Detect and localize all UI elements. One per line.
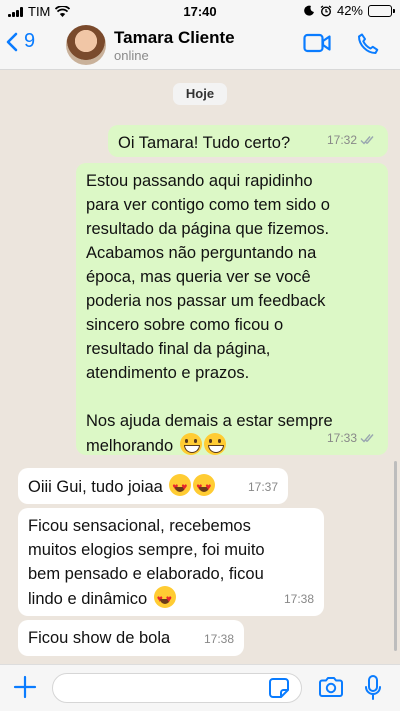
message-meta: 17:32 — [327, 128, 378, 152]
battery-icon — [368, 4, 395, 17]
avatar[interactable] — [66, 25, 106, 65]
message-text: Oiii Gui, tudo joiaa — [28, 474, 278, 500]
grinning-face-icon — [203, 433, 226, 455]
message-time: 17:38 — [283, 592, 314, 606]
chat-header: 9 Tamara Cliente online — [0, 22, 400, 70]
contact-status: online — [114, 48, 149, 63]
composer-bar — [0, 664, 400, 711]
chevron-left-icon — [6, 32, 18, 51]
message-bubble-outgoing[interactable]: Oi Tamara! Tudo certo? 17:32 — [108, 125, 388, 157]
message-text: Estou passando aqui rapidinho para ver c… — [86, 169, 378, 458]
message-time: 17:32 — [326, 133, 357, 147]
message-text-body: Ficou sensacional, recebemos muitos elog… — [28, 517, 265, 608]
status-right: 42% — [304, 3, 395, 18]
double-check-icon — [360, 434, 374, 443]
scrollbar[interactable] — [394, 461, 397, 651]
microphone-icon[interactable] — [364, 674, 382, 702]
plus-icon[interactable] — [13, 675, 37, 699]
message-meta: 17:33 — [327, 426, 378, 450]
heart-eyes-face-icon — [169, 474, 192, 500]
message-text: Ficou sensacional, recebemos muitos elog… — [28, 514, 314, 612]
message-list[interactable]: Hoje Oi Tamara! Tudo certo? 17:32 Estou … — [0, 71, 400, 664]
camera-icon[interactable] — [318, 676, 344, 698]
heart-eyes-face-icon — [153, 586, 176, 612]
status-bar: TIM 17:40 42% — [0, 0, 400, 22]
message-bubble-incoming[interactable]: Ficou sensacional, recebemos muitos elog… — [18, 508, 324, 616]
message-time: 17:38 — [203, 632, 234, 646]
message-meta: 17:37 — [248, 475, 278, 499]
message-meta: 17:38 — [204, 627, 234, 651]
message-time: 17:37 — [247, 480, 278, 494]
video-call-icon[interactable] — [303, 32, 331, 54]
date-separator: Hoje — [173, 83, 227, 105]
unread-count: 9 — [24, 30, 36, 52]
grinning-face-icon — [179, 433, 202, 455]
double-check-icon — [360, 136, 374, 145]
message-bubble-incoming[interactable]: Ficou show de bola 17:38 — [18, 620, 244, 656]
message-bubble-incoming[interactable]: Oiii Gui, tudo joiaa 17:37 — [18, 468, 288, 504]
do-not-disturb-icon — [304, 5, 314, 16]
message-meta: 17:38 — [284, 587, 314, 611]
message-bubble-outgoing[interactable]: Estou passando aqui rapidinho para ver c… — [76, 163, 388, 455]
phone-call-icon[interactable] — [356, 32, 380, 56]
alarm-icon — [320, 4, 332, 17]
message-text-body: Oiii Gui, tudo joiaa — [28, 478, 163, 496]
message-text-body: Estou passando aqui rapidinho para ver c… — [86, 172, 333, 455]
contact-name[interactable]: Tamara Cliente — [114, 28, 235, 48]
message-time: 17:33 — [326, 431, 357, 445]
sticker-icon[interactable] — [268, 677, 290, 699]
message-input[interactable] — [52, 673, 302, 703]
battery-percent: 42% — [336, 3, 363, 18]
heart-eyes-face-icon — [193, 474, 216, 500]
back-button[interactable]: 9 — [6, 30, 35, 53]
